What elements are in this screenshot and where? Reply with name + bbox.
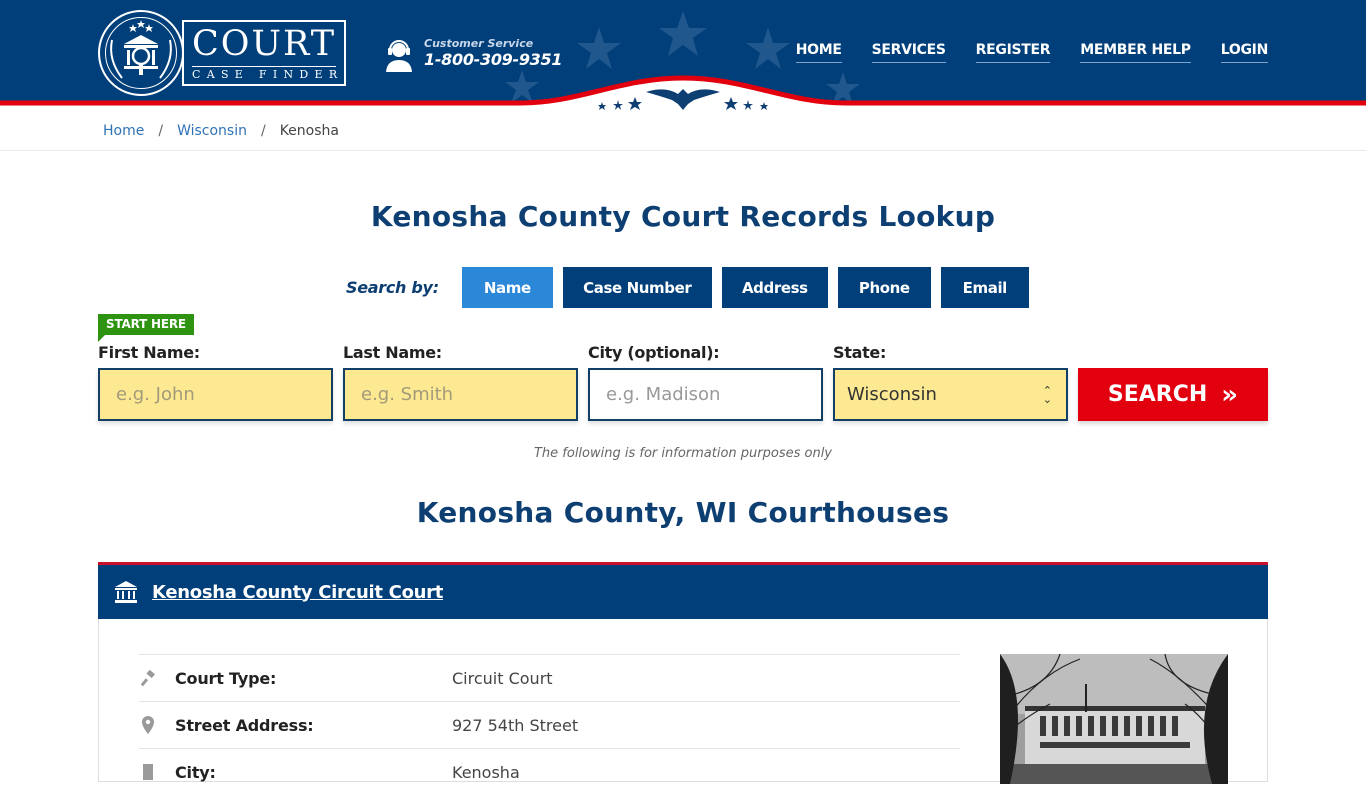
- detail-label: City:: [175, 762, 216, 782]
- nav-member-help[interactable]: MEMBER HELP: [1080, 42, 1191, 63]
- courthouse-magnifier-icon: [110, 20, 172, 79]
- main-nav: HOME SERVICES REGISTER MEMBER HELP LOGIN: [795, 42, 1268, 63]
- detail-row: City: Kenosha: [139, 748, 960, 795]
- city-label: City (optional):: [588, 343, 720, 362]
- tab-phone[interactable]: Phone: [837, 267, 931, 308]
- detail-row: Court Type: Circuit Court: [139, 654, 960, 701]
- detail-label: Court Type:: [175, 668, 277, 688]
- tab-email[interactable]: Email: [940, 267, 1029, 308]
- detail-value: Kenosha: [452, 762, 520, 782]
- detail-value: Circuit Court: [452, 668, 553, 688]
- detail-value: 927 54th Street: [452, 715, 579, 735]
- tab-name[interactable]: Name: [461, 267, 553, 308]
- logo-title: COURT: [192, 24, 337, 64]
- logo-emblem: [98, 10, 184, 96]
- tab-case-number[interactable]: Case Number: [562, 267, 712, 308]
- last-name-input[interactable]: e.g. Smith: [343, 368, 578, 421]
- building-icon: [139, 764, 175, 780]
- headset-agent-icon: [386, 40, 412, 72]
- search-by-label: Search by:: [346, 278, 439, 297]
- breadcrumb-home[interactable]: Home: [103, 123, 144, 139]
- state-field-group: State: Wisconsin ⌃ ⌄: [833, 343, 1068, 421]
- detail-label: Street Address:: [175, 715, 314, 735]
- nav-login[interactable]: LOGIN: [1220, 42, 1268, 63]
- breadcrumb-wisconsin[interactable]: Wisconsin: [177, 123, 247, 139]
- double-chevron-right-icon: »: [1221, 379, 1239, 410]
- courthouse-card-header: Kenosha County Circuit Court: [98, 562, 1268, 619]
- search-button[interactable]: SEARCH »: [1078, 368, 1268, 421]
- logo-subtitle: CASE FINDER: [192, 68, 344, 81]
- breadcrumb-separator: /: [260, 123, 266, 139]
- first-name-input[interactable]: e.g. John: [98, 368, 333, 421]
- site-logo[interactable]: COURT CASE FINDER: [98, 10, 348, 96]
- courthouse-name-link[interactable]: Kenosha County Circuit Court: [152, 582, 443, 603]
- city-field-group: City (optional): e.g. Madison: [588, 343, 823, 421]
- last-name-field-group: Last Name: e.g. Smith: [343, 343, 578, 421]
- courthouse-icon: [115, 581, 137, 603]
- customer-service-label: Customer Service: [424, 37, 534, 50]
- breadcrumb-separator: /: [158, 123, 164, 139]
- state-label: State:: [833, 343, 887, 362]
- tab-address[interactable]: Address: [721, 267, 828, 308]
- courthouse-card: Kenosha County Circuit Court Court Type:…: [98, 562, 1268, 784]
- courthouse-details: Court Type: Circuit Court Street Address…: [139, 654, 960, 795]
- customer-service-phone[interactable]: 1-800-309-9351: [424, 50, 562, 69]
- nav-home[interactable]: HOME: [795, 42, 842, 63]
- nav-services[interactable]: SERVICES: [871, 42, 946, 63]
- breadcrumb-current: Kenosha: [279, 123, 339, 139]
- page-title: Kenosha County Court Records Lookup: [370, 200, 996, 233]
- search-type-tabs: Search by: Name Case Number Address Phon…: [346, 267, 1039, 308]
- logo-wordmark: COURT CASE FINDER: [182, 20, 346, 86]
- city-input[interactable]: e.g. Madison: [588, 368, 823, 421]
- nav-register[interactable]: REGISTER: [975, 42, 1051, 63]
- disclaimer-text: The following is for information purpose…: [533, 446, 833, 461]
- site-header: COURT CASE FINDER Customer Service 1-800…: [0, 0, 1366, 112]
- state-select[interactable]: Wisconsin ⌃ ⌄: [833, 368, 1068, 421]
- courthouses-heading: Kenosha County, WI Courthouses: [416, 496, 950, 529]
- state-selected-value: Wisconsin: [847, 384, 937, 405]
- last-name-label: Last Name:: [343, 343, 442, 362]
- start-here-badge: START HERE: [98, 314, 194, 342]
- search-button-label: SEARCH: [1107, 382, 1208, 407]
- courthouse-photo: [1000, 654, 1228, 784]
- first-name-label: First Name:: [98, 343, 200, 362]
- gavel-icon: [139, 670, 175, 686]
- map-pin-icon: [139, 716, 175, 734]
- select-arrows-icon: ⌃ ⌄: [1042, 383, 1052, 406]
- breadcrumb: Home / Wisconsin / Kenosha: [0, 112, 1366, 151]
- detail-row: Street Address: 927 54th Street: [139, 701, 960, 748]
- first-name-field-group: First Name: e.g. John: [98, 343, 333, 421]
